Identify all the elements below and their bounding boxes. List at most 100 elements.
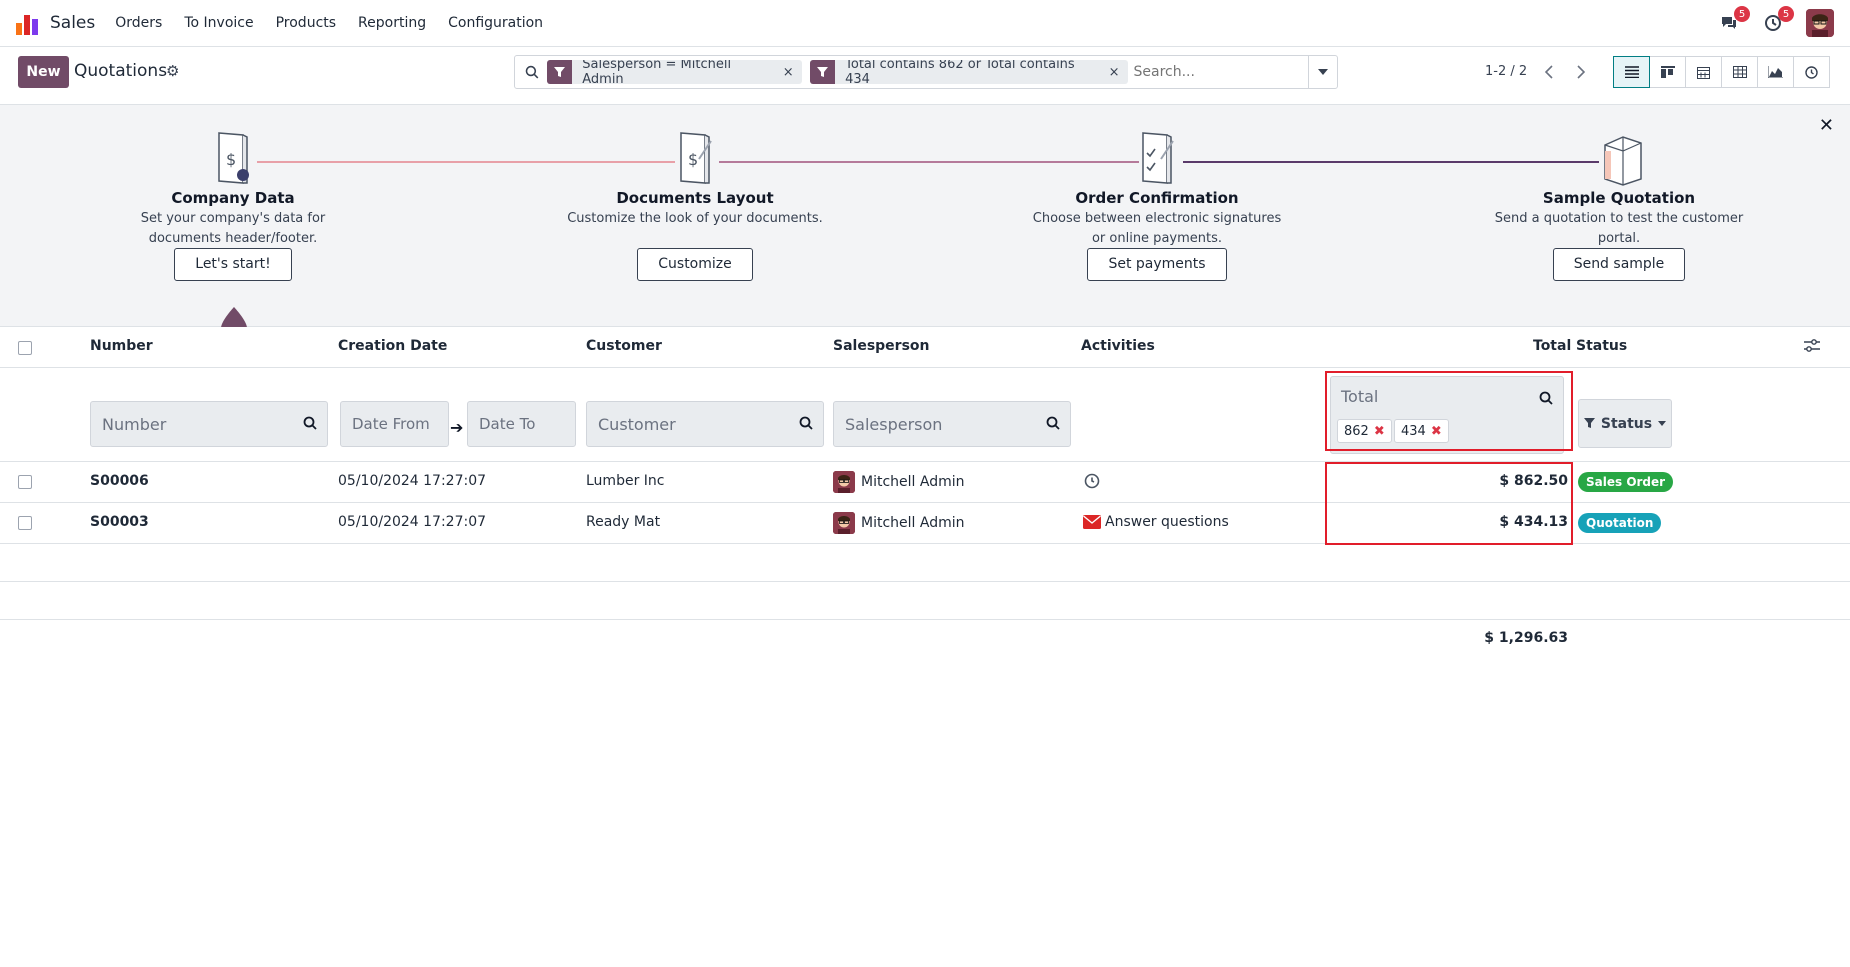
menu-products[interactable]: Products [276, 15, 336, 31]
select-all-checkbox[interactable] [18, 341, 32, 355]
activities-icon[interactable]: 5 [1762, 6, 1794, 34]
messages-icon[interactable]: 5 [1718, 6, 1750, 34]
filter-icon [1583, 418, 1595, 428]
calendar-view-button[interactable] [1685, 56, 1722, 88]
cell-number: S00006 [90, 473, 149, 489]
customize-button[interactable]: Customize [637, 248, 753, 281]
breadcrumb: Quotations [74, 61, 168, 81]
activities-badge: 5 [1778, 6, 1794, 22]
column-total[interactable]: Total [1533, 338, 1571, 354]
column-number[interactable]: Number [90, 338, 153, 354]
invoice-icon: $ [211, 129, 255, 189]
sales-app-icon[interactable] [16, 11, 40, 35]
search-options-toggle[interactable] [1307, 56, 1338, 88]
graph-view-button[interactable] [1757, 56, 1794, 88]
kanban-view-button[interactable] [1649, 56, 1686, 88]
onboarding-step-company-data: $ Company Data Set your company's data f… [103, 129, 363, 281]
arrow-right-icon: ➔ [450, 418, 464, 437]
search-icon [525, 65, 539, 79]
clock-icon [1805, 65, 1818, 79]
column-status[interactable]: Status [1576, 338, 1627, 354]
search-icon[interactable] [799, 416, 813, 430]
calendar-icon [1697, 66, 1710, 79]
pivot-view-button[interactable] [1721, 56, 1758, 88]
onboarding-step-documents-layout: $ Documents Layout Customize the look of… [565, 129, 825, 281]
menu-configuration[interactable]: Configuration [448, 15, 543, 31]
svg-text:$: $ [226, 150, 236, 169]
column-salesperson[interactable]: Salesperson [833, 338, 930, 354]
column-creation-date[interactable]: Creation Date [338, 338, 447, 354]
list-view-button[interactable] [1613, 56, 1650, 88]
avatar [833, 512, 855, 534]
date-from-input[interactable]: Date From [340, 401, 449, 447]
activity-clock-icon[interactable] [1084, 473, 1100, 493]
facet-label: Total contains 862 or Total contains 434 [845, 60, 1075, 84]
pager-value[interactable]: 1-2 / 2 [1485, 64, 1527, 79]
close-icon[interactable]: ✕ [1819, 115, 1834, 136]
app-name[interactable]: Sales [50, 13, 95, 33]
cell-creation-date: 05/10/2024 17:27:07 [338, 514, 487, 530]
chevron-right-icon [1577, 65, 1585, 79]
search-icon[interactable] [303, 416, 317, 430]
divider [0, 619, 1850, 620]
step-description: Choose between electronic signatures or … [1032, 211, 1282, 246]
list-header: Number Creation Date Customer Salesperso… [0, 327, 1850, 368]
row-checkbox[interactable] [18, 475, 32, 489]
menu-orders[interactable]: Orders [115, 15, 162, 31]
customer-filter-input[interactable]: Customer [586, 401, 824, 447]
row-checkbox[interactable] [18, 516, 32, 530]
activity-summary[interactable]: Answer questions [1105, 514, 1229, 530]
facet-label: Salesperson = Mitchell Admin [582, 60, 732, 84]
onboarding-step-order-confirmation: Order Confirmation Choose between electr… [1027, 129, 1287, 281]
pager-next-button[interactable] [1566, 58, 1596, 86]
list-icon [1624, 66, 1639, 78]
column-customer[interactable]: Customer [586, 338, 662, 354]
send-sample-button[interactable]: Send sample [1552, 248, 1686, 281]
new-button[interactable]: New [18, 56, 69, 88]
highlight-box-total-filter [1325, 371, 1573, 451]
cell-salesperson: Mitchell Admin [861, 474, 965, 490]
envelope-icon[interactable] [1083, 515, 1101, 533]
set-payments-button[interactable]: Set payments [1087, 248, 1227, 281]
facet-remove-icon[interactable]: × [1105, 65, 1128, 80]
facet-total: Total contains 862 or Total contains 434… [809, 60, 1128, 84]
user-avatar[interactable] [1806, 9, 1834, 37]
filter-icon [546, 60, 573, 84]
step-title: Documents Layout [616, 189, 774, 207]
search-input[interactable] [1133, 64, 1308, 80]
top-navbar: Sales Orders To Invoice Products Reporti… [0, 0, 1850, 47]
messages-badge: 5 [1734, 6, 1750, 22]
cell-customer: Lumber Inc [586, 473, 665, 489]
column-activities[interactable]: Activities [1081, 338, 1155, 354]
gear-icon[interactable]: ⚙ [166, 62, 179, 80]
filter-placeholder: Date From [352, 415, 430, 433]
view-switcher [1613, 56, 1830, 88]
search-icon[interactable] [1046, 416, 1060, 430]
search-bar[interactable]: Salesperson = Mitchell Admin × Total con… [514, 55, 1338, 89]
salesperson-filter-input[interactable]: Salesperson [833, 401, 1071, 447]
pivot-table-icon [1732, 66, 1747, 78]
caret-down-icon [1658, 421, 1667, 426]
step-title: Order Confirmation [1075, 189, 1239, 207]
svg-text:$: $ [688, 150, 698, 169]
number-filter-input[interactable]: Number [90, 401, 328, 447]
facet-remove-icon[interactable]: × [779, 65, 802, 80]
lets-start-button[interactable]: Let's start! [174, 248, 292, 281]
pager-previous-button[interactable] [1534, 58, 1564, 86]
step-title: Company Data [171, 189, 295, 207]
menu-reporting[interactable]: Reporting [358, 15, 426, 31]
checklist-icon [1135, 129, 1179, 189]
filter-placeholder: Customer [598, 414, 676, 434]
status-filter-dropdown[interactable]: Status [1578, 399, 1672, 448]
menu-to-invoice[interactable]: To Invoice [184, 15, 253, 31]
optional-columns-icon[interactable] [1804, 339, 1820, 357]
cell-salesperson: Mitchell Admin [861, 515, 965, 531]
date-to-input[interactable]: Date To [467, 401, 576, 447]
step-title: Sample Quotation [1542, 189, 1696, 207]
divider [0, 581, 1850, 582]
onboarding-panel: ✕ $ Company Data Set your company's data… [0, 105, 1850, 339]
step-description: Set your company's data for documents he… [140, 211, 326, 246]
activity-view-button[interactable] [1793, 56, 1830, 88]
step-description: Send a quotation to test the customer po… [1494, 211, 1744, 246]
package-icon [1597, 129, 1642, 189]
